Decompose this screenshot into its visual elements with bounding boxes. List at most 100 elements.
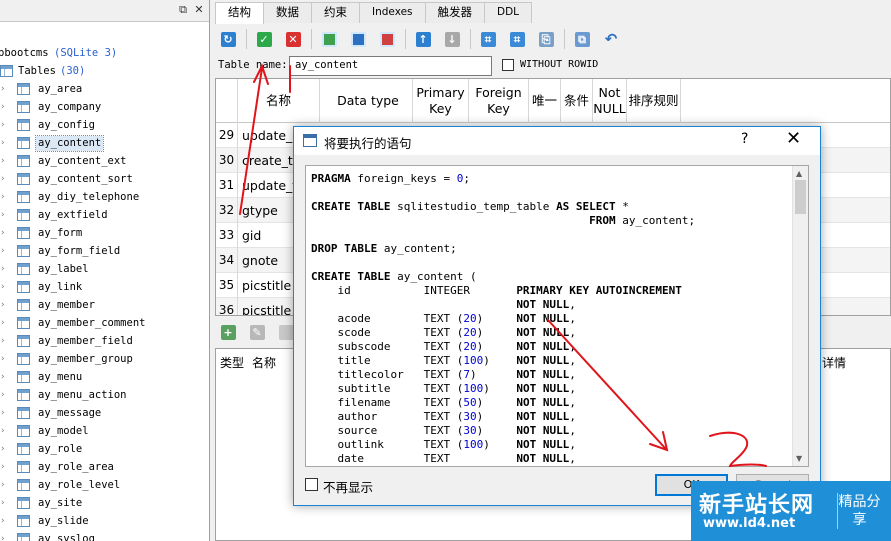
tree-item-ay-role-area[interactable]: › ay_role_area	[0, 459, 209, 477]
column-header-5[interactable]: 条件	[561, 79, 593, 123]
column-header-4[interactable]: 唯一	[529, 79, 561, 123]
expand-chevron-icon[interactable]: ›	[1, 516, 9, 526]
tree-item-ay-slide[interactable]: › ay_slide	[0, 513, 209, 531]
tab-3[interactable]: Indexes	[359, 2, 426, 23]
tree-item-ay-link[interactable]: › ay_link	[0, 279, 209, 297]
edit-column-button[interactable]	[347, 28, 369, 50]
expand-chevron-icon[interactable]: ›	[1, 300, 9, 310]
sql-scrollbar[interactable]: ▲ ▼	[792, 166, 808, 466]
expand-chevron-icon[interactable]: ›	[1, 228, 9, 238]
tree-item-ay-member-comment[interactable]: › ay_member_comment	[0, 315, 209, 333]
rollback-button[interactable]: ✕	[282, 28, 304, 50]
structure-toolbar: ↻ ✓ ✕ ↑ ↓ ⌗ ⌗ ⎘ ⧉ ↶	[217, 27, 629, 51]
expand-chevron-icon[interactable]: ›	[1, 480, 9, 490]
create-similar-button[interactable]: ⎘	[535, 28, 557, 50]
tree-item-ay-site[interactable]: › ay_site	[0, 495, 209, 513]
column-header-6[interactable]: Not NULL	[593, 79, 627, 123]
column-header-0[interactable]: 名称	[238, 79, 320, 123]
expand-chevron-icon[interactable]: ›	[1, 534, 9, 541]
expand-chevron-icon[interactable]: ›	[1, 408, 9, 418]
tree-item-ay-member-group[interactable]: › ay_member_group	[0, 351, 209, 369]
tab-1[interactable]: 数据	[263, 2, 312, 23]
scroll-up-icon[interactable]: ▲	[796, 169, 802, 178]
move-up-button[interactable]: ↑	[412, 28, 434, 50]
expand-chevron-icon[interactable]: ›	[1, 210, 9, 220]
move-down-button[interactable]: ↓	[441, 28, 463, 50]
tree-item-ay-form-field[interactable]: › ay_form_field	[0, 243, 209, 261]
tree-item-ay-config[interactable]: › ay_config	[0, 117, 209, 135]
tree-item-ay-label[interactable]: › ay_label	[0, 261, 209, 279]
tree-item-ay-content-ext[interactable]: › ay_content_ext	[0, 153, 209, 171]
tab-4[interactable]: 触发器	[424, 2, 486, 23]
expand-chevron-icon[interactable]: ›	[1, 264, 9, 274]
tree-item-ay-member[interactable]: › ay_member	[0, 297, 209, 315]
tree-item-ay-diy-telephone[interactable]: › ay_diy_telephone	[0, 189, 209, 207]
expand-chevron-icon[interactable]: ›	[1, 354, 9, 364]
dont-show-again-checkbox[interactable]	[305, 478, 318, 491]
expand-chevron-icon[interactable]: ›	[1, 102, 9, 112]
expand-chevron-icon[interactable]: ›	[1, 390, 9, 400]
expand-chevron-icon[interactable]: ›	[1, 282, 9, 292]
tab-0[interactable]: 结构	[215, 2, 264, 24]
edit-constraint-button[interactable]: ⌗	[506, 28, 528, 50]
tree-tables-node[interactable]: Tables (30)	[0, 63, 209, 81]
without-rowid-checkbox[interactable]	[502, 59, 514, 71]
expand-chevron-icon[interactable]: ›	[1, 444, 9, 454]
table-icon	[17, 137, 30, 149]
expand-chevron-icon[interactable]: ›	[1, 192, 9, 202]
scroll-down-icon[interactable]: ▼	[796, 454, 802, 463]
help-icon[interactable]: ?	[741, 131, 748, 147]
tree-item-ay-menu-action[interactable]: › ay_menu_action	[0, 387, 209, 405]
column-header-1[interactable]: Data type	[324, 79, 413, 123]
edit-table-constraint-button[interactable]: ✎	[246, 321, 268, 343]
tree-item-ay-content[interactable]: › ay_content	[0, 135, 209, 153]
column-header-7[interactable]: 排序规则	[627, 79, 681, 123]
expand-chevron-icon[interactable]: ›	[1, 498, 9, 508]
expand-chevron-icon[interactable]: ›	[1, 462, 9, 472]
tree-db-node[interactable]: pbootcms (SQLite 3)	[0, 45, 209, 63]
expand-chevron-icon[interactable]: ›	[1, 120, 9, 130]
expand-chevron-icon[interactable]: ›	[1, 246, 9, 256]
tree-item-label: ay_link	[38, 281, 83, 293]
commit-button[interactable]: ✓	[253, 28, 275, 50]
table-name-input[interactable]: ay_content	[289, 56, 492, 76]
tree-item-ay-member-field[interactable]: › ay_member_field	[0, 333, 209, 351]
tree-item-ay-syslog[interactable]: › ay_syslog	[0, 531, 209, 541]
expand-chevron-icon[interactable]: ›	[1, 372, 9, 382]
tree-item-label: ay_member_comment	[38, 317, 146, 329]
tree-item-ay-role[interactable]: › ay_role	[0, 441, 209, 459]
tree-item-ay-company[interactable]: › ay_company	[0, 99, 209, 117]
expand-chevron-icon[interactable]: ›	[1, 84, 9, 94]
expand-chevron-icon[interactable]: ›	[1, 174, 9, 184]
tree-item-ay-area[interactable]: › ay_area	[0, 81, 209, 99]
add-constraint-button[interactable]: ⌗	[477, 28, 499, 50]
expand-chevron-icon[interactable]: ›	[1, 318, 9, 328]
export-button[interactable]: ⧉	[571, 28, 593, 50]
expand-chevron-icon[interactable]: ›	[1, 138, 9, 148]
expand-chevron-icon[interactable]: ›	[1, 336, 9, 346]
expand-chevron-icon[interactable]: ›	[1, 426, 9, 436]
tree-item-ay-model[interactable]: › ay_model	[0, 423, 209, 441]
close-panel-icon[interactable]: ✕	[192, 3, 206, 17]
expand-chevron-icon[interactable]: ›	[1, 156, 9, 166]
undo-button[interactable]: ↶	[600, 28, 622, 50]
tree-item-ay-form[interactable]: › ay_form	[0, 225, 209, 243]
tree-item-ay-menu[interactable]: › ay_menu	[0, 369, 209, 387]
scroll-thumb[interactable]	[795, 180, 806, 214]
tab-2[interactable]: 约束	[311, 2, 360, 23]
tree-item-ay-role-level[interactable]: › ay_role_level	[0, 477, 209, 495]
tree-item-ay-content-sort[interactable]: › ay_content_sort	[0, 171, 209, 189]
column-header-2[interactable]: Primary Key	[413, 79, 469, 123]
tree-item-ay-extfield[interactable]: › ay_extfield	[0, 207, 209, 225]
refresh-button[interactable]: ↻	[217, 28, 239, 50]
sql-preview[interactable]: PRAGMA foreign_keys = 0; CREATE TABLE sq…	[305, 165, 809, 467]
arrow-down-icon: ↓	[444, 31, 460, 47]
add-column-button[interactable]	[318, 28, 340, 50]
tab-5[interactable]: DDL	[484, 2, 533, 23]
float-panel-icon[interactable]: ⧉	[176, 3, 190, 17]
delete-column-button[interactable]	[376, 28, 398, 50]
add-table-constraint-button[interactable]: +	[217, 321, 239, 343]
close-icon[interactable]: ✕	[786, 129, 801, 149]
tree-item-ay-message[interactable]: › ay_message	[0, 405, 209, 423]
column-header-3[interactable]: Foreign Key	[469, 79, 529, 123]
